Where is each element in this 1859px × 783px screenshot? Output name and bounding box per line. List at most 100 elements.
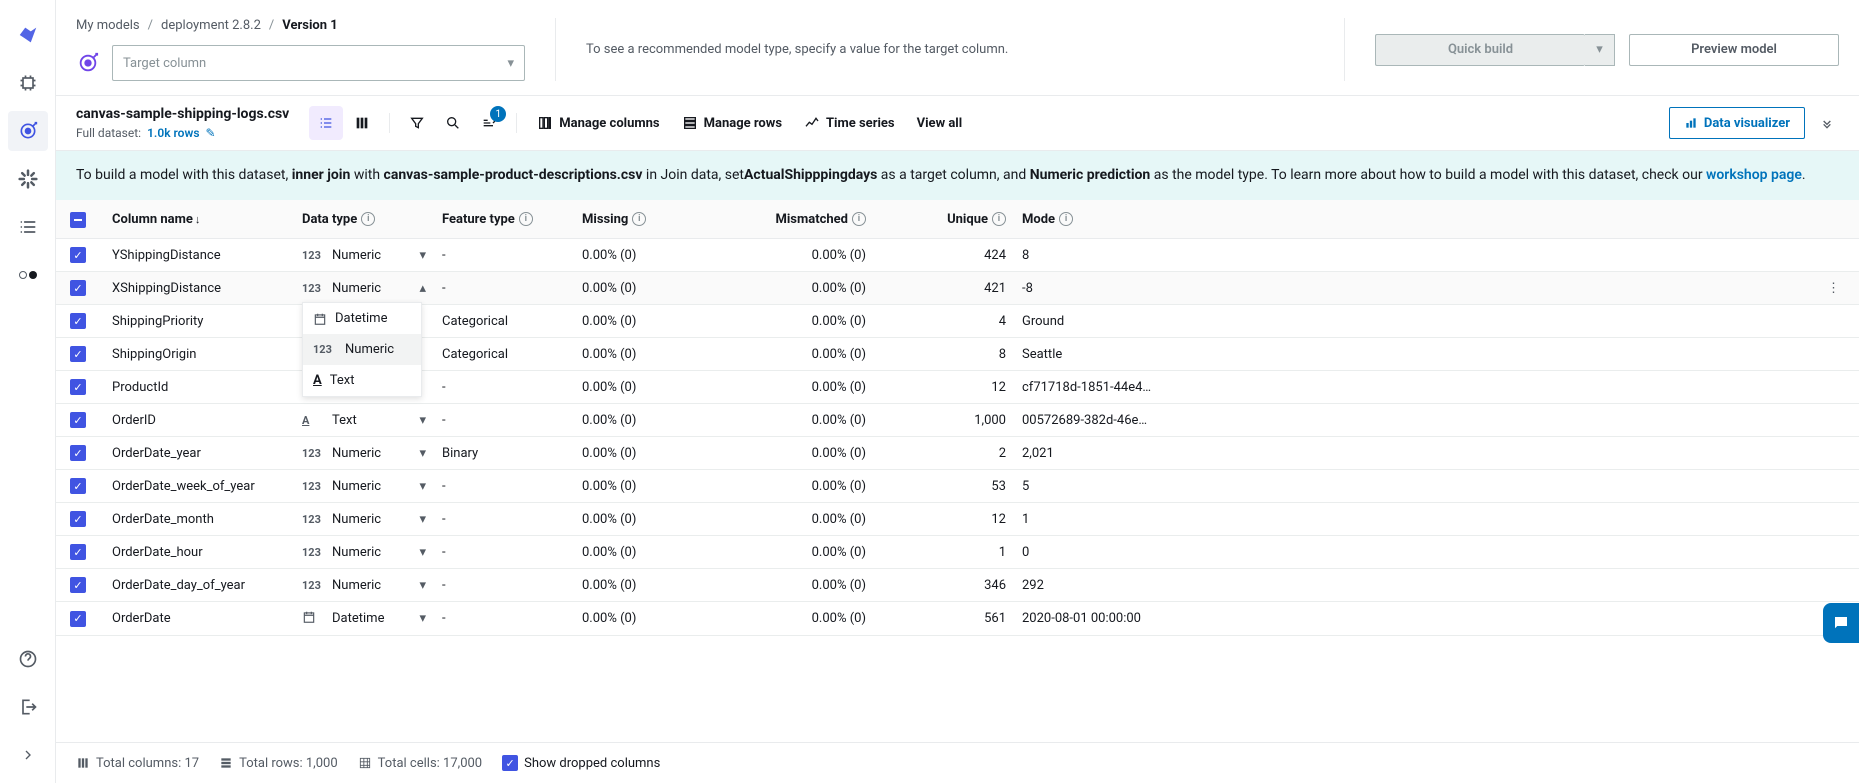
data-type-select[interactable]: 123Numeric▾ <box>302 578 426 593</box>
show-dropped-checkbox[interactable] <box>502 755 518 771</box>
row-checkbox[interactable] <box>70 346 86 362</box>
data-type-select[interactable]: 123Numeric▾ <box>302 512 426 527</box>
unique-cell: 12 <box>874 503 1014 536</box>
info-icon[interactable]: i <box>1059 212 1073 226</box>
data-type-select[interactable]: Datetime▾ <box>302 610 426 627</box>
feature-type-cell: - <box>434 239 574 272</box>
preview-model-button[interactable]: Preview model <box>1629 34 1839 66</box>
data-type-select[interactable]: 123Numeric▴ <box>302 281 426 296</box>
row-checkbox[interactable] <box>70 478 86 494</box>
missing-cell: 0.00% (0) <box>574 602 734 636</box>
row-checkbox[interactable] <box>70 379 86 395</box>
filter-button[interactable] <box>400 106 434 140</box>
table-row[interactable]: XShippingDistance123Numeric▴Datetime123N… <box>56 272 1859 305</box>
breadcrumb-item[interactable]: deployment 2.8.2 <box>161 18 261 33</box>
chat-fab[interactable] <box>1823 603 1859 643</box>
view-list-button[interactable] <box>309 106 343 140</box>
row-checkbox[interactable] <box>70 247 86 263</box>
mode-cell: cf71718d-1851-44e4… <box>1014 371 1819 404</box>
nav-logout[interactable] <box>8 687 48 727</box>
chevron-down-icon: ▾ <box>507 56 514 71</box>
table-row[interactable]: OrderDate_day_of_year123Numeric▾-0.00% (… <box>56 569 1859 602</box>
row-checkbox[interactable] <box>70 313 86 329</box>
dropdown-item-datetime[interactable]: Datetime <box>303 303 421 334</box>
search-button[interactable] <box>436 106 470 140</box>
table-row[interactable]: OrderDate_year123Numeric▾Binary0.00% (0)… <box>56 437 1859 470</box>
info-icon[interactable]: i <box>992 212 1006 226</box>
row-checkbox[interactable] <box>70 412 86 428</box>
header-mode[interactable]: Mode <box>1022 212 1055 227</box>
edit-icon[interactable]: ✎ <box>206 126 216 140</box>
total-columns: Total columns: 17 <box>76 756 199 771</box>
expand-panel-button[interactable] <box>1815 111 1839 135</box>
row-actions-button[interactable]: ⋮ <box>1827 281 1840 296</box>
quick-build-button[interactable]: Quick build ▾ <box>1375 34 1615 66</box>
header-missing[interactable]: Missing <box>582 212 628 227</box>
data-visualizer-button[interactable]: Data visualizer <box>1669 107 1805 139</box>
table-row[interactable]: OrderDate_hour123Numeric▾-0.00% (0)0.00%… <box>56 536 1859 569</box>
data-type-select[interactable]: 123Numeric▾ <box>302 545 426 560</box>
breadcrumb-sep: / <box>269 18 274 33</box>
quick-build-caret[interactable]: ▾ <box>1585 34 1615 66</box>
nav-target[interactable] <box>8 111 48 151</box>
column-name-cell: YShippingDistance <box>104 239 294 272</box>
dropdown-item-numeric[interactable]: 123Numeric <box>303 334 421 365</box>
breadcrumb-item[interactable]: My models <box>76 18 140 33</box>
row-checkbox[interactable] <box>70 280 86 296</box>
sort-button[interactable]: 1 <box>472 106 506 140</box>
table-row[interactable]: OrderDate_week_of_year123Numeric▾-0.00% … <box>56 470 1859 503</box>
header-feature-type[interactable]: Feature type <box>442 212 515 227</box>
unique-cell: 1,000 <box>874 404 1014 437</box>
nav-help[interactable] <box>8 639 48 679</box>
nav-toggle[interactable] <box>8 255 48 295</box>
footer-bar: Total columns: 17 Total rows: 1,000 Tota… <box>56 742 1859 783</box>
time-series-button[interactable]: Time series <box>794 106 905 140</box>
info-icon[interactable]: i <box>361 212 375 226</box>
row-checkbox[interactable] <box>70 544 86 560</box>
info-icon[interactable]: i <box>852 212 866 226</box>
sort-desc-icon: ↓ <box>195 213 201 226</box>
row-checkbox[interactable] <box>70 511 86 527</box>
dropdown-item-text[interactable]: AText <box>303 365 421 396</box>
feature-type-cell: - <box>434 602 574 636</box>
info-icon[interactable]: i <box>519 212 533 226</box>
header-mismatched[interactable]: Mismatched <box>775 212 848 227</box>
header-column-name[interactable]: Column name↓ <box>112 212 200 227</box>
nav-expand[interactable] <box>8 735 48 775</box>
total-cells: Total cells: 17,000 <box>358 756 482 771</box>
nav-star[interactable] <box>8 159 48 199</box>
row-checkbox[interactable] <box>70 445 86 461</box>
nav-list[interactable] <box>8 207 48 247</box>
logo-icon[interactable] <box>8 15 48 55</box>
view-all-button[interactable]: View all <box>907 106 973 140</box>
data-type-select[interactable]: AText▾ <box>302 413 426 428</box>
table-row[interactable]: OrderDate_month123Numeric▾-0.00% (0)0.00… <box>56 503 1859 536</box>
workshop-link[interactable]: workshop page <box>1706 167 1802 183</box>
dtype-dropdown[interactable]: Datetime123NumericAText <box>302 302 422 397</box>
row-checkbox[interactable] <box>70 611 86 627</box>
header-data-type[interactable]: Data type <box>302 212 357 227</box>
manage-columns-button[interactable]: Manage columns <box>527 106 669 140</box>
dataset-rows-link[interactable]: 1.0k rows <box>147 126 199 140</box>
header-unique[interactable]: Unique <box>947 212 988 227</box>
manage-rows-button[interactable]: Manage rows <box>672 106 792 140</box>
info-icon[interactable]: i <box>632 212 646 226</box>
mismatched-cell: 0.00% (0) <box>734 602 874 636</box>
mode-cell: 1 <box>1014 503 1819 536</box>
view-grid-button[interactable] <box>345 106 379 140</box>
column-name-cell: OrderDate_week_of_year <box>104 470 294 503</box>
row-checkbox[interactable] <box>70 577 86 593</box>
data-type-select[interactable]: 123Numeric▾ <box>302 446 426 461</box>
target-column-select[interactable]: Target column ▾ <box>112 45 525 81</box>
table-row[interactable]: OrderDateDatetime▾-0.00% (0)0.00% (0)561… <box>56 602 1859 636</box>
table-row[interactable]: YShippingDistance123Numeric▾-0.00% (0)0.… <box>56 239 1859 272</box>
mismatched-cell: 0.00% (0) <box>734 569 874 602</box>
dtype-icon: 123 <box>302 579 326 592</box>
dtype-icon: 123 <box>302 546 326 559</box>
unique-cell: 4 <box>874 305 1014 338</box>
select-all-checkbox[interactable] <box>70 212 86 228</box>
data-type-select[interactable]: 123Numeric▾ <box>302 248 426 263</box>
table-row[interactable]: OrderIDAText▾-0.00% (0)0.00% (0)1,000005… <box>56 404 1859 437</box>
data-type-select[interactable]: 123Numeric▾ <box>302 479 426 494</box>
nav-chip[interactable] <box>8 63 48 103</box>
